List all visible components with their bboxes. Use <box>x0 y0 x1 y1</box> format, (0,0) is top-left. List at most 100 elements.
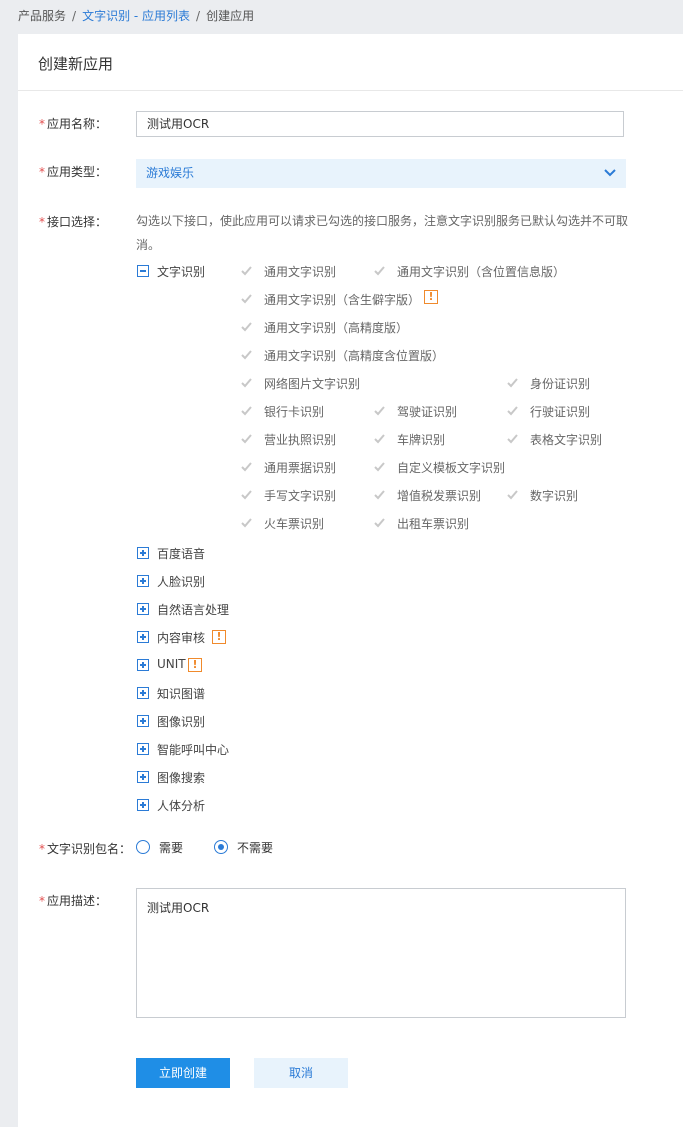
check-icon <box>374 406 385 416</box>
checkbox-3 <box>240 320 253 333</box>
check-icon <box>374 518 385 528</box>
warning-icon: ! <box>212 630 226 644</box>
check-icon <box>241 266 252 276</box>
check-icon <box>241 462 252 472</box>
expand-group-button[interactable] <box>137 687 149 699</box>
checkbox-18 <box>240 516 253 529</box>
breadcrumb-root[interactable]: 产品服务 <box>18 9 66 23</box>
checkbox-13 <box>240 460 253 473</box>
checkbox-5 <box>240 376 253 389</box>
checkbox-label: 火车票识别 <box>264 517 325 531</box>
check-icon <box>507 406 518 416</box>
check-icon <box>241 434 252 444</box>
checkbox-label: 营业执照识别 <box>264 433 337 447</box>
description-label: * 应用描述： <box>39 894 108 908</box>
checkbox-0 <box>240 264 253 277</box>
checkbox-label: 表格文字识别 <box>530 433 603 447</box>
expand-group-button[interactable] <box>137 547 149 559</box>
api-select-label: * 接口选择： <box>39 215 108 229</box>
package-option-not-need: 不需要 <box>237 841 274 855</box>
group-label: 自然语言处理 <box>157 603 230 617</box>
expand-group-button[interactable] <box>137 743 149 755</box>
app-name-label: * 应用名称： <box>39 117 108 131</box>
group-label: 图像识别 <box>157 715 206 729</box>
checkbox-4 <box>240 348 253 361</box>
checkbox-label: 驾驶证识别 <box>397 405 458 419</box>
check-icon <box>507 434 518 444</box>
app-type-select[interactable]: 游戏娱乐 <box>136 159 626 188</box>
check-icon <box>374 266 385 276</box>
breadcrumb-current: 创建应用 <box>206 9 255 23</box>
breadcrumb-parent-link[interactable]: 文字识别 - 应用列表 <box>82 9 190 23</box>
checkbox-2 <box>240 292 253 305</box>
page-title: 创建新应用 <box>38 55 114 73</box>
check-icon <box>374 462 385 472</box>
app-type-value: 游戏娱乐 <box>146 166 195 180</box>
group-label: 百度语音 <box>157 547 206 561</box>
check-icon <box>241 378 252 388</box>
cancel-button[interactable]: 取消 <box>254 1058 348 1088</box>
checkbox-label: 通用文字识别（高精度含位置版） <box>264 349 445 363</box>
expand-group-button[interactable] <box>137 575 149 587</box>
group-label-ocr: 文字识别 <box>157 265 206 279</box>
checkbox-15 <box>240 488 253 501</box>
checkbox-label: 通用票据识别 <box>264 461 337 475</box>
check-icon <box>507 490 518 500</box>
collapse-ocr-button[interactable] <box>137 265 149 277</box>
check-icon <box>241 518 252 528</box>
warning-icon: ! <box>424 290 438 304</box>
checkbox-label: 手写文字识别 <box>264 489 337 503</box>
check-icon <box>241 294 252 304</box>
package-radio-not-need[interactable] <box>214 840 228 854</box>
check-icon <box>241 490 252 500</box>
expand-group-button[interactable] <box>137 715 149 727</box>
checkbox-label: 行驶证识别 <box>530 405 591 419</box>
checkbox-label: 增值税发票识别 <box>397 489 482 503</box>
package-label: * 文字识别包名： <box>39 842 132 856</box>
package-radio-need[interactable] <box>136 840 150 854</box>
checkbox-label: 车牌识别 <box>397 433 446 447</box>
checkbox-8 <box>373 404 386 417</box>
app-type-label: * 应用类型： <box>39 165 108 179</box>
expand-group-button[interactable] <box>137 771 149 783</box>
checkbox-label: 通用文字识别（含生僻字版） <box>264 293 421 307</box>
group-label: UNIT <box>157 657 186 671</box>
check-icon <box>241 350 252 360</box>
description-textarea[interactable]: 测试用OCR <box>136 888 626 1018</box>
checkbox-label: 网络图片文字识别 <box>264 377 361 391</box>
checkbox-16 <box>373 488 386 501</box>
expand-group-button[interactable] <box>137 659 149 671</box>
create-button[interactable]: 立即创建 <box>136 1058 230 1088</box>
breadcrumb-separator: / <box>72 9 77 23</box>
checkbox-10 <box>240 432 253 445</box>
breadcrumb-separator: / <box>196 9 201 23</box>
check-icon <box>374 434 385 444</box>
breadcrumb: 产品服务 / 文字识别 - 应用列表 / 创建应用 <box>18 7 254 24</box>
app-name-input[interactable]: 测试用OCR <box>136 111 624 137</box>
check-icon <box>507 378 518 388</box>
checkbox-label: 银行卡识别 <box>264 405 325 419</box>
checkbox-6 <box>506 376 519 389</box>
group-label: 知识图谱 <box>157 687 206 701</box>
checkbox-7 <box>240 404 253 417</box>
expand-group-button[interactable] <box>137 799 149 811</box>
create-app-panel: 创建新应用 * 应用名称： 测试用OCR * 应用类型： 游戏娱乐 * 接口选择： 勾… <box>18 34 683 1127</box>
checkbox-label: 出租车票识别 <box>397 517 470 531</box>
expand-group-button[interactable] <box>137 631 149 643</box>
checkbox-label: 通用文字识别（高精度版） <box>264 321 409 335</box>
checkbox-19 <box>373 516 386 529</box>
checkbox-label: 自定义模板文字识别 <box>397 461 506 475</box>
checkbox-label: 身份证识别 <box>530 377 591 391</box>
checkbox-label: 数字识别 <box>530 489 579 503</box>
group-label: 人脸识别 <box>157 575 206 589</box>
checkbox-9 <box>506 404 519 417</box>
checkbox-14 <box>373 460 386 473</box>
checkbox-label: 通用文字识别 <box>264 265 337 279</box>
checkbox-12 <box>506 432 519 445</box>
expand-group-button[interactable] <box>137 603 149 615</box>
check-icon <box>241 406 252 416</box>
group-label: 人体分析 <box>157 799 206 813</box>
group-label: 图像搜索 <box>157 771 206 785</box>
package-option-need: 需要 <box>159 841 184 855</box>
check-icon <box>374 490 385 500</box>
